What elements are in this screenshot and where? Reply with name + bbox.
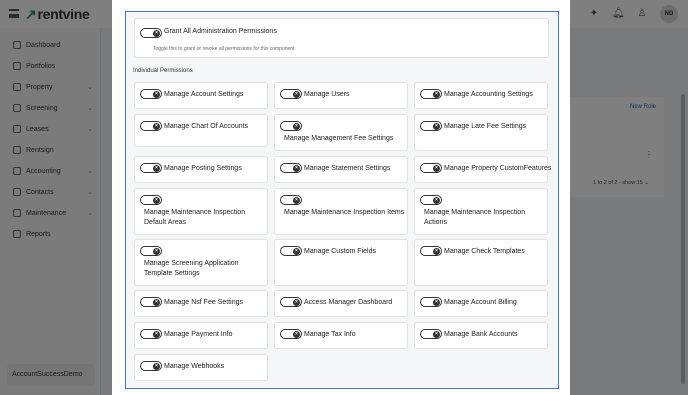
permission-label: Manage Late Fee Settings [444, 123, 527, 130]
permission-toggle[interactable]: × [280, 89, 302, 99]
permission-card: × Manage Tax Info [274, 322, 408, 349]
permission-toggle[interactable]: × [280, 246, 302, 256]
permission-card: × Manage Screening Application Template … [134, 239, 268, 286]
toggle-off-icon: × [433, 91, 440, 98]
permission-label: Manage Custom Fields [304, 248, 376, 255]
permission-card: × Manage Custom Fields [274, 239, 408, 286]
permission-toggle[interactable]: × [280, 297, 302, 307]
permission-toggle[interactable]: × [420, 195, 442, 205]
permission-label: Manage Users [304, 91, 350, 98]
grant-all-help-text: Toggle this to grant or revoke all permi… [153, 46, 295, 52]
toggle-off-icon: × [293, 197, 300, 204]
permission-toggle[interactable]: × [280, 163, 302, 173]
permission-label: Manage Bank Accounts [444, 331, 518, 338]
toggle-off-icon: × [153, 248, 160, 255]
permission-label: Manage Property CustomFeatures [444, 165, 552, 172]
toggle-off-icon: × [153, 91, 160, 98]
permission-card: × Manage Bank Accounts [414, 322, 548, 349]
toggle-off-icon: × [433, 248, 440, 255]
toggle-off-icon: × [293, 299, 300, 306]
permission-label: Access Manager Dashboard [304, 299, 393, 306]
permission-toggle[interactable]: × [140, 246, 162, 256]
permission-label: Manage Accounting Settings [444, 91, 533, 98]
permission-card: × Manage Posting Settings [134, 156, 268, 183]
permission-card: × Manage Property CustomFeatures [414, 156, 552, 183]
permission-label: Manage Tax Info [304, 331, 356, 338]
grant-all-card: × Grant All Administration Permissions T… [134, 18, 549, 58]
toggle-off-icon: × [153, 363, 160, 370]
permission-label: Manage Maintenance Inspection Actions [424, 209, 526, 226]
permission-toggle[interactable]: × [140, 163, 162, 173]
toggle-off-icon: × [293, 248, 300, 255]
permission-card: × Manage Maintenance Inspection Actions [414, 188, 548, 235]
permission-toggle[interactable]: × [140, 121, 162, 131]
toggle-off-icon: × [293, 123, 300, 130]
toggle-off-icon: × [293, 91, 300, 98]
permission-label: Manage Maintenance Inspection Items [284, 209, 405, 216]
permission-toggle[interactable]: × [140, 297, 162, 307]
permission-card: × Manage Account Settings [134, 82, 268, 109]
toggle-off-icon: × [433, 123, 440, 130]
toggle-off-icon: × [153, 331, 160, 338]
permission-card: × Manage Webhooks [134, 354, 268, 381]
permission-label: Manage Check Templates [444, 248, 525, 255]
permission-toggle[interactable]: × [140, 361, 162, 371]
permission-card: × Manage Statement Settings [274, 156, 408, 183]
toggle-off-icon: × [433, 299, 440, 306]
permission-card: × Access Manager Dashboard [274, 290, 408, 317]
permission-label: Manage Payment Info [164, 331, 233, 338]
toggle-off-icon: × [433, 165, 440, 172]
permissions-panel: × Grant All Administration Permissions T… [125, 11, 559, 389]
permission-label: Manage Account Billing [444, 299, 517, 306]
permission-label: Manage Posting Settings [164, 165, 242, 172]
toggle-off-icon: × [293, 165, 300, 172]
permission-label: Manage Chart Of Accounts [164, 123, 249, 130]
permission-label: Manage Webhooks [164, 363, 225, 370]
permission-toggle[interactable]: × [420, 163, 442, 173]
permission-card: × Manage Late Fee Settings [414, 114, 548, 151]
permission-card: × Manage Check Templates [414, 239, 548, 286]
grant-all-label: Grant All Administration Permissions [164, 28, 277, 35]
permission-toggle[interactable]: × [280, 329, 302, 339]
permission-card: × Manage Account Billing [414, 290, 548, 317]
toggle-off-icon: × [153, 165, 160, 172]
permission-card: × Manage Nsf Fee Settings [134, 290, 268, 317]
permission-toggle[interactable]: × [140, 89, 162, 99]
permission-toggle[interactable]: × [420, 329, 442, 339]
permission-label: Manage Management Fee Settings [284, 135, 394, 142]
permission-card: × Manage Accounting Settings [414, 82, 548, 109]
permission-toggle[interactable]: × [280, 121, 302, 131]
permission-toggle[interactable]: × [420, 89, 442, 99]
section-title: Individual Permissions [133, 68, 193, 74]
permission-label: Manage Account Settings [164, 91, 244, 98]
permission-card: × Manage Maintenance Inspection Items [274, 188, 408, 235]
toggle-off-icon: × [153, 123, 160, 130]
permission-toggle[interactable]: × [140, 195, 162, 205]
permission-toggle[interactable]: × [140, 329, 162, 339]
permission-toggle[interactable]: × [280, 195, 302, 205]
toggle-off-icon: × [153, 30, 160, 37]
toggle-off-icon: × [153, 299, 160, 306]
permission-card: × Manage Users [274, 82, 408, 109]
toggle-off-icon: × [293, 331, 300, 338]
toggle-off-icon: × [433, 331, 440, 338]
permission-label: Manage Maintenance Inspection Default Ar… [144, 209, 246, 226]
permission-label: Manage Nsf Fee Settings [164, 299, 243, 306]
permission-toggle[interactable]: × [420, 297, 442, 307]
toggle-off-icon: × [433, 197, 440, 204]
toggle-off-icon: × [153, 197, 160, 204]
permission-toggle[interactable]: × [420, 121, 442, 131]
permission-card: × Manage Chart Of Accounts [134, 114, 268, 147]
permission-label: Manage Statement Settings [304, 165, 391, 172]
permission-card: × Manage Maintenance Inspection Default … [134, 188, 268, 235]
permission-label: Manage Screening Application Template Se… [144, 260, 239, 277]
permission-card: × Manage Payment Info [134, 322, 268, 349]
permission-toggle[interactable]: × [420, 246, 442, 256]
permission-card: × Manage Management Fee Settings [274, 114, 408, 151]
grant-all-toggle[interactable]: × [140, 28, 162, 38]
